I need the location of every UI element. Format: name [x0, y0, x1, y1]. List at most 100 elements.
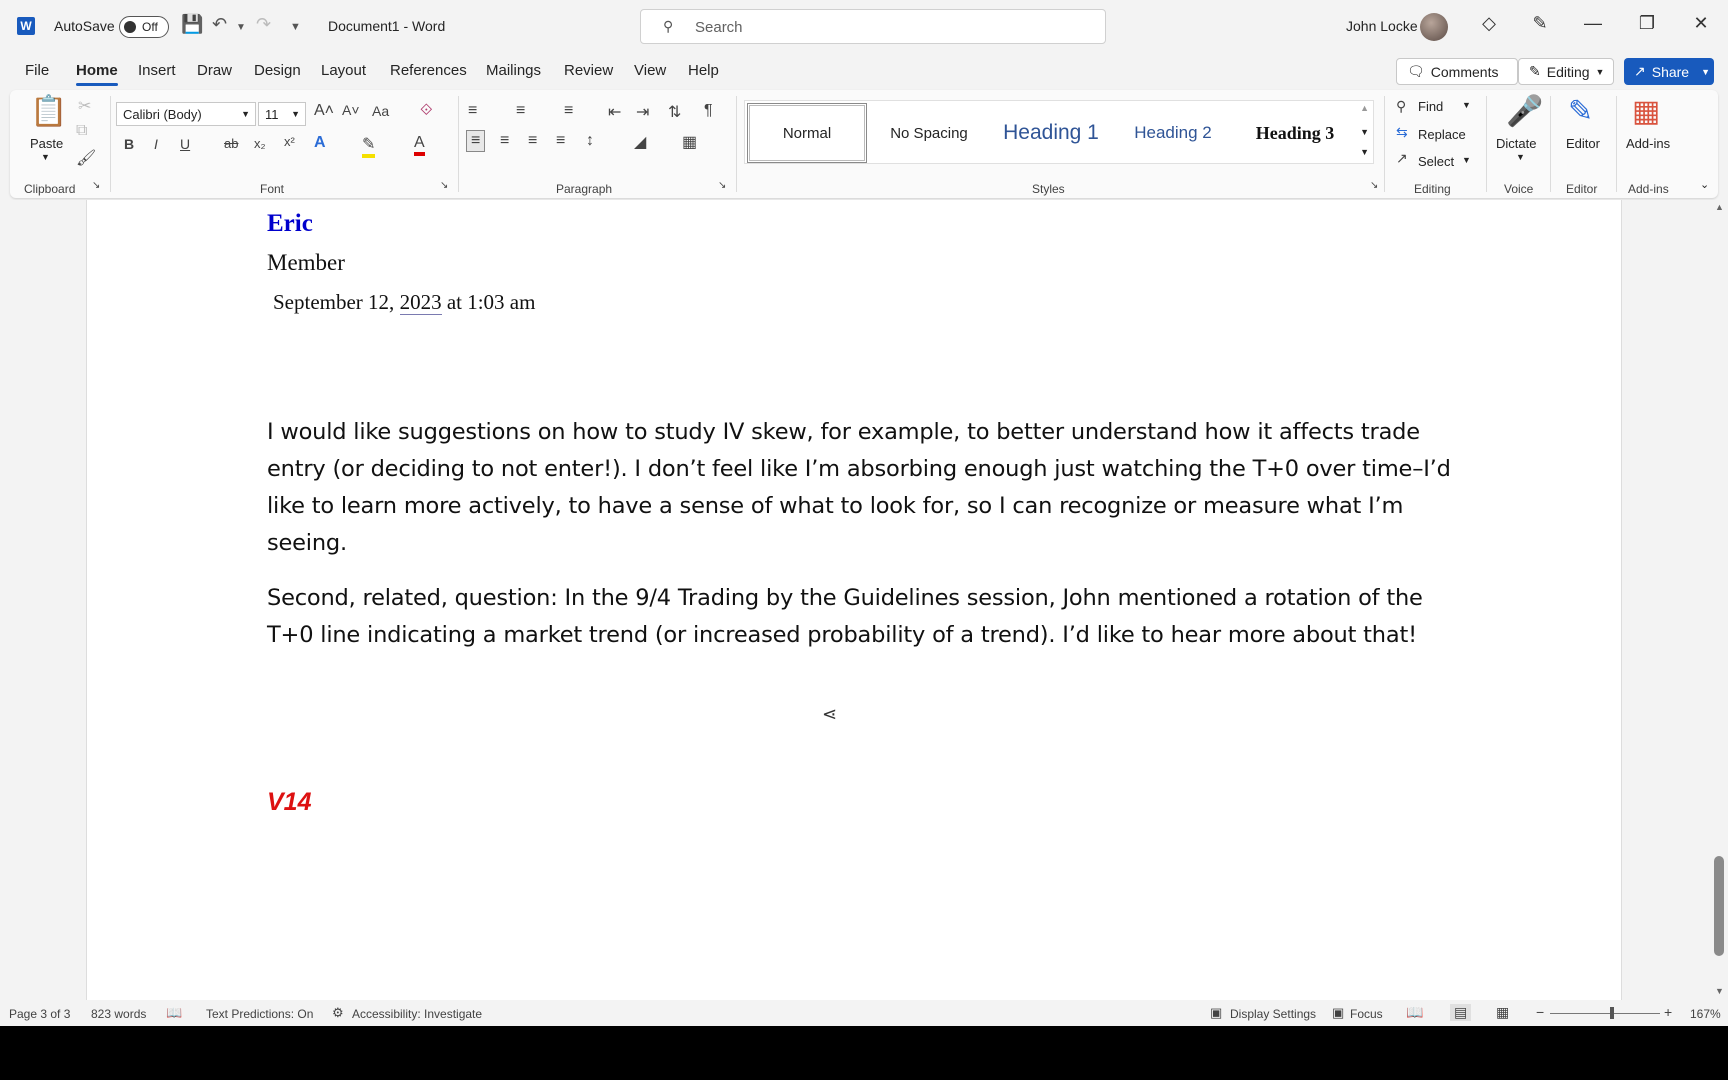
avatar[interactable] [1420, 13, 1448, 41]
restore-icon[interactable]: ❐ [1632, 13, 1662, 34]
chevron-up-icon[interactable]: ▲ [1360, 103, 1369, 113]
zoom-in-button[interactable]: + [1664, 1004, 1672, 1020]
save-icon[interactable]: 💾 [181, 14, 203, 35]
font-family-select[interactable]: Calibri (Body) ▼ [116, 102, 256, 126]
style-heading-1[interactable]: Heading 1 [991, 103, 1111, 163]
tab-home[interactable]: Home [76, 62, 118, 86]
focus-button[interactable]: Focus [1350, 1007, 1383, 1021]
zoom-slider-thumb[interactable] [1610, 1007, 1614, 1019]
read-mode-icon[interactable]: 📖 [1406, 1004, 1423, 1021]
pen-icon[interactable]: ✎ [1525, 13, 1555, 34]
undo-dropdown-icon[interactable]: ▼ [236, 22, 246, 33]
numbering-icon[interactable]: ≡ [516, 102, 525, 120]
underline-icon[interactable]: U [180, 136, 190, 152]
collapse-ribbon-icon[interactable]: ⌄ [1700, 178, 1709, 191]
zoom-out-button[interactable]: − [1536, 1004, 1544, 1020]
undo-icon[interactable]: ↶ [212, 14, 227, 35]
find-button[interactable]: Find [1418, 99, 1443, 114]
align-left-icon[interactable]: ≡ [466, 130, 486, 152]
replace-button[interactable]: Replace [1418, 127, 1466, 142]
copy-icon[interactable]: ⧉ [76, 122, 87, 140]
web-layout-icon[interactable]: ▦ [1496, 1004, 1509, 1021]
strikethrough-icon[interactable]: ab [224, 136, 238, 151]
dictate-button[interactable]: Dictate [1496, 136, 1536, 151]
vertical-scrollbar[interactable]: ▲ ▼ [1712, 200, 1728, 1000]
dialog-launcher-icon[interactable]: ↘ [92, 180, 100, 191]
redo-icon[interactable]: ↷ [256, 14, 271, 35]
text-predictions[interactable]: Text Predictions: On [206, 1007, 313, 1021]
tab-references[interactable]: References [390, 62, 467, 79]
more-styles-icon[interactable]: ▼ [1360, 147, 1369, 157]
print-layout-icon[interactable]: ▤ [1450, 1004, 1472, 1021]
multilevel-list-icon[interactable]: ≡ [564, 102, 573, 120]
minimize-icon[interactable]: — [1578, 13, 1608, 34]
diamond-icon[interactable]: ◇ [1474, 13, 1504, 34]
chevron-down-icon[interactable]: ▼ [1516, 152, 1525, 162]
increase-indent-icon[interactable]: ⇥ [636, 102, 649, 122]
show-formatting-icon[interactable]: ¶ [704, 102, 713, 120]
tab-help[interactable]: Help [688, 62, 719, 79]
style-no-spacing[interactable]: No Spacing [869, 103, 989, 163]
font-color-icon[interactable]: A [414, 134, 425, 156]
chevron-down-icon[interactable]: ▼ [1360, 127, 1369, 137]
dialog-launcher-icon[interactable]: ↘ [1370, 180, 1378, 191]
change-case-icon[interactable]: Aa [372, 103, 389, 119]
grow-font-icon[interactable]: A˄ [314, 102, 334, 120]
format-painter-icon[interactable]: 🖌 [76, 148, 96, 168]
zoom-slider-track[interactable] [1550, 1013, 1660, 1014]
dialog-launcher-icon[interactable]: ↘ [718, 180, 726, 191]
search-box[interactable]: ⚲ Search [640, 9, 1106, 44]
italic-icon[interactable]: I [154, 136, 158, 152]
proofing-icon[interactable]: 📖 [166, 1005, 182, 1021]
document-page[interactable]: Eric Member September 12, 2023 at 1:03 a… [86, 200, 1622, 1000]
shading-icon[interactable]: ◢ [634, 132, 646, 152]
cut-icon[interactable]: ✂ [78, 96, 91, 116]
autosave-toggle[interactable]: Off [119, 16, 169, 38]
style-normal[interactable]: Normal [747, 103, 867, 163]
align-right-icon[interactable]: ≡ [528, 132, 537, 150]
chevron-down-icon[interactable]: ▼ [41, 152, 50, 162]
tab-insert[interactable]: Insert [138, 62, 176, 79]
style-heading-3[interactable]: Heading 3 [1235, 103, 1355, 163]
chevron-down-icon[interactable]: ▼ [1462, 155, 1471, 165]
shrink-font-icon[interactable]: A˅ [342, 102, 360, 118]
share-button[interactable]: ↗ Share ▼ [1624, 58, 1714, 85]
accessibility-status[interactable]: Accessibility: Investigate [352, 1007, 482, 1021]
dialog-launcher-icon[interactable]: ↘ [440, 180, 448, 191]
tab-view[interactable]: View [634, 62, 666, 79]
highlight-icon[interactable]: ✎ [362, 134, 376, 158]
clear-formatting-icon[interactable]: ⟐ [420, 102, 433, 120]
microphone-icon[interactable]: 🎤 [1506, 94, 1543, 129]
superscript-icon[interactable]: x² [284, 134, 295, 149]
subscript-icon[interactable]: x₂ [254, 136, 266, 151]
line-spacing-icon[interactable]: ↕ [586, 132, 594, 150]
bold-icon[interactable]: B [124, 136, 134, 152]
page-count[interactable]: Page 3 of 3 [9, 1007, 70, 1021]
editor-pen-icon[interactable]: ✎ [1568, 94, 1593, 129]
tab-review[interactable]: Review [564, 62, 613, 79]
align-center-icon[interactable]: ≡ [500, 132, 509, 150]
paste-button[interactable]: Paste [30, 136, 63, 151]
sort-icon[interactable]: ⇅ [668, 102, 681, 122]
comments-button[interactable]: 🗨 Comments [1396, 58, 1518, 85]
scroll-up-icon[interactable]: ▲ [1715, 202, 1724, 212]
justify-icon[interactable]: ≡ [556, 132, 565, 150]
decrease-indent-icon[interactable]: ⇤ [608, 102, 621, 122]
scroll-down-icon[interactable]: ▼ [1715, 986, 1724, 996]
tab-mailings[interactable]: Mailings [486, 62, 541, 79]
display-settings-button[interactable]: Display Settings [1230, 1007, 1316, 1021]
select-button[interactable]: Select [1418, 154, 1454, 169]
style-heading-2[interactable]: Heading 2 [1113, 103, 1233, 163]
close-icon[interactable]: ✕ [1686, 13, 1716, 34]
tab-file[interactable]: File [25, 62, 49, 79]
text-effects-icon[interactable]: A [314, 134, 326, 152]
tab-draw[interactable]: Draw [197, 62, 232, 79]
borders-icon[interactable]: ▦ [682, 132, 697, 152]
word-count[interactable]: 823 words [91, 1007, 146, 1021]
bullets-icon[interactable]: ≡ [468, 102, 477, 120]
editor-button[interactable]: Editor [1566, 136, 1600, 151]
zoom-level[interactable]: 167% [1690, 1007, 1721, 1021]
user-name[interactable]: John Locke [1346, 18, 1418, 34]
paste-icon[interactable]: 📋 [30, 94, 67, 129]
tab-layout[interactable]: Layout [321, 62, 366, 79]
